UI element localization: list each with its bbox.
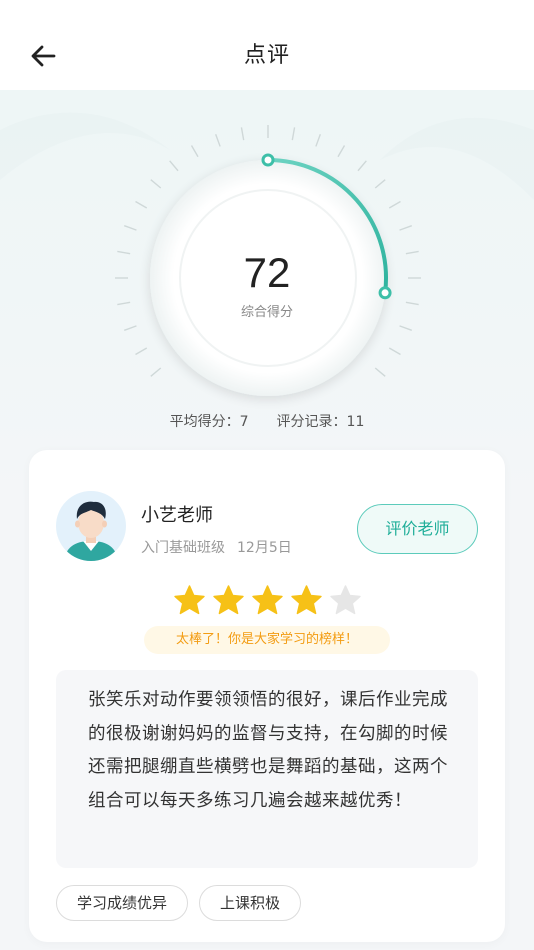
- gauge-tick: [374, 179, 386, 189]
- gauge-tick: [291, 127, 296, 141]
- review-tag[interactable]: 上课积极: [199, 885, 302, 921]
- gauge-tick: [150, 367, 162, 377]
- teacher-avatar: [56, 491, 126, 561]
- gauge-tick: [240, 127, 245, 141]
- gauge-tick: [388, 200, 401, 209]
- star-filled-icon: [209, 584, 248, 615]
- gauge-tick: [150, 179, 162, 189]
- score-label: 综合得分: [240, 305, 293, 320]
- gauge-tick: [135, 200, 148, 209]
- star-empty-icon: [326, 584, 365, 615]
- gauge-tick: [169, 160, 179, 172]
- gauge-tick: [388, 347, 401, 356]
- gauge-tick: [315, 133, 321, 147]
- gauge-tick: [399, 325, 413, 331]
- rate-teacher-button[interactable]: 评价老师: [357, 504, 478, 554]
- score-stats: 平均得分：7 评分记录：11: [0, 412, 534, 432]
- app-header: 点评: [0, 0, 534, 90]
- praise-badge: 太棒了！你是大家学习的榜样！: [144, 626, 390, 654]
- tag-list: 学习成绩优异 上课积极: [56, 885, 312, 923]
- gauge-tick: [135, 347, 148, 356]
- gauge-tick: [374, 367, 386, 377]
- score-panel: 72 综合得分 平均得分：7 评分记录：11: [0, 90, 534, 510]
- star-rating: [29, 584, 505, 618]
- review-date: 12月5日: [237, 540, 292, 556]
- star-filled-icon: [170, 584, 209, 615]
- star-filled-icon: [248, 584, 287, 615]
- teacher-name: 小艺老师: [141, 505, 213, 526]
- gauge-tick: [123, 225, 137, 231]
- average-score: 平均得分：7: [169, 414, 249, 430]
- score-value: 72: [243, 249, 291, 296]
- gauge-tick: [123, 325, 137, 331]
- comment-box: 张笑乐对动作要领领悟的很好，课后作业完成的很极谢谢妈妈的监督与支持，在勾脚的时候…: [56, 670, 478, 868]
- arc-start-dot: [261, 153, 275, 167]
- rating-records: 评分记录：11: [276, 414, 365, 430]
- star-filled-icon: [287, 584, 326, 615]
- review-card: 小艺老师 入门基础班级 12月5日 评价老师 太棒了！你是大家学习的榜样！ 张笑乐…: [29, 450, 505, 942]
- gauge-tick: [215, 133, 221, 147]
- gauge-tick: [337, 145, 346, 158]
- comment-text: 张笑乐对动作要领领悟的很好，课后作业完成的很极谢谢妈妈的监督与支持，在勾脚的时候…: [88, 690, 448, 811]
- gauge-tick: [399, 225, 413, 231]
- page-title: 点评: [243, 43, 290, 68]
- gauge-tick: [190, 145, 199, 158]
- teacher-meta: 入门基础班级 12月5日: [141, 538, 292, 558]
- score-gauge: [0, 112, 534, 396]
- gauge-tick: [357, 160, 367, 172]
- review-tag[interactable]: 学习成绩优异: [56, 885, 189, 921]
- class-name: 入门基础班级: [141, 540, 225, 556]
